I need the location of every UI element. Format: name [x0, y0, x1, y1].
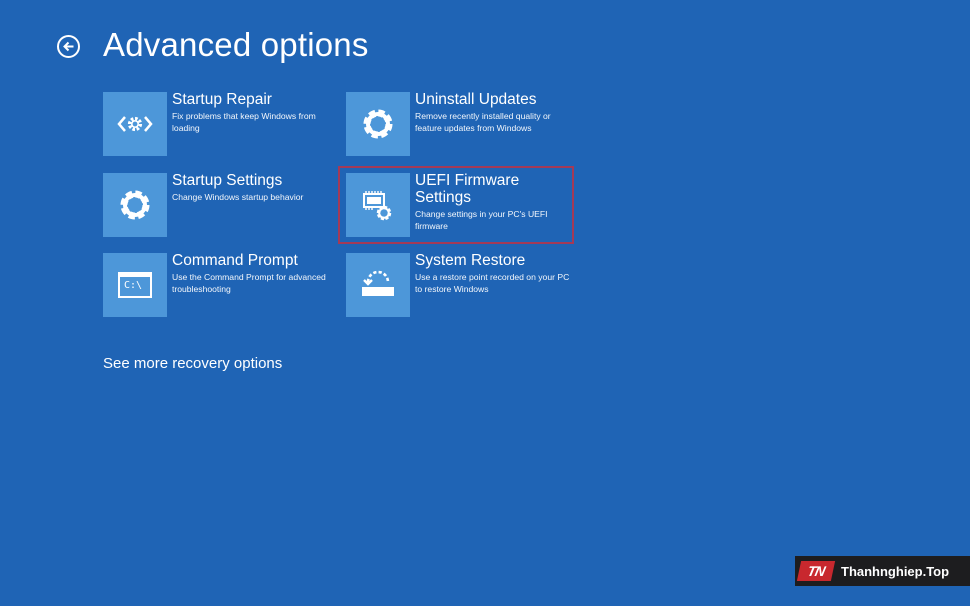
option-system-restore[interactable]: System Restore Use a restore point recor…: [346, 252, 576, 323]
option-description: Use a restore point recorded on your PC …: [415, 272, 570, 294]
option-description: Remove recently installed quality or fea…: [415, 111, 551, 133]
firmware-chip-gear-icon: [346, 173, 410, 237]
option-startup-settings[interactable]: Startup Settings Change Windows startup …: [103, 172, 333, 243]
page-title: Advanced options: [103, 26, 369, 63]
option-title: UEFI Firmware Settings: [415, 172, 520, 206]
command-prompt-glyph: C:\: [124, 280, 143, 291]
startup-repair-icon: [103, 92, 167, 156]
option-description: Use the Command Prompt for advanced trou…: [172, 272, 326, 294]
option-description: Change Windows startup behavior: [172, 192, 304, 202]
gear-icon: [103, 173, 167, 237]
option-title: Startup Settings: [172, 172, 283, 189]
watermark-text: Thanhnghiep.Top: [841, 563, 950, 579]
option-description: Fix problems that keep Windows from load…: [172, 111, 316, 133]
option-uefi-firmware-settings[interactable]: UEFI Firmware Settings Change settings i…: [346, 172, 576, 243]
arrow-left-circle-icon: [63, 41, 74, 52]
option-title: Command Prompt: [172, 252, 298, 269]
option-title: System Restore: [415, 252, 526, 269]
command-prompt-icon: C:\: [103, 253, 167, 317]
back-button[interactable]: [57, 35, 80, 58]
option-command-prompt[interactable]: C:\ Command Prompt Use the Command Promp…: [103, 252, 333, 323]
system-restore-icon: [346, 253, 410, 317]
option-startup-repair[interactable]: Startup Repair Fix problems that keep Wi…: [103, 91, 333, 162]
option-title: Startup Repair: [172, 91, 272, 108]
option-title: Uninstall Updates: [415, 91, 537, 108]
more-recovery-options-link[interactable]: See more recovery options: [103, 355, 282, 372]
watermark: TN Thanhnghiep.Top: [795, 556, 970, 586]
gear-icon: [346, 92, 410, 156]
watermark-logo: TN: [796, 561, 836, 581]
option-uninstall-updates[interactable]: Uninstall Updates Remove recently instal…: [346, 91, 576, 162]
option-description: Change settings in your PC's UEFI firmwa…: [415, 209, 548, 231]
